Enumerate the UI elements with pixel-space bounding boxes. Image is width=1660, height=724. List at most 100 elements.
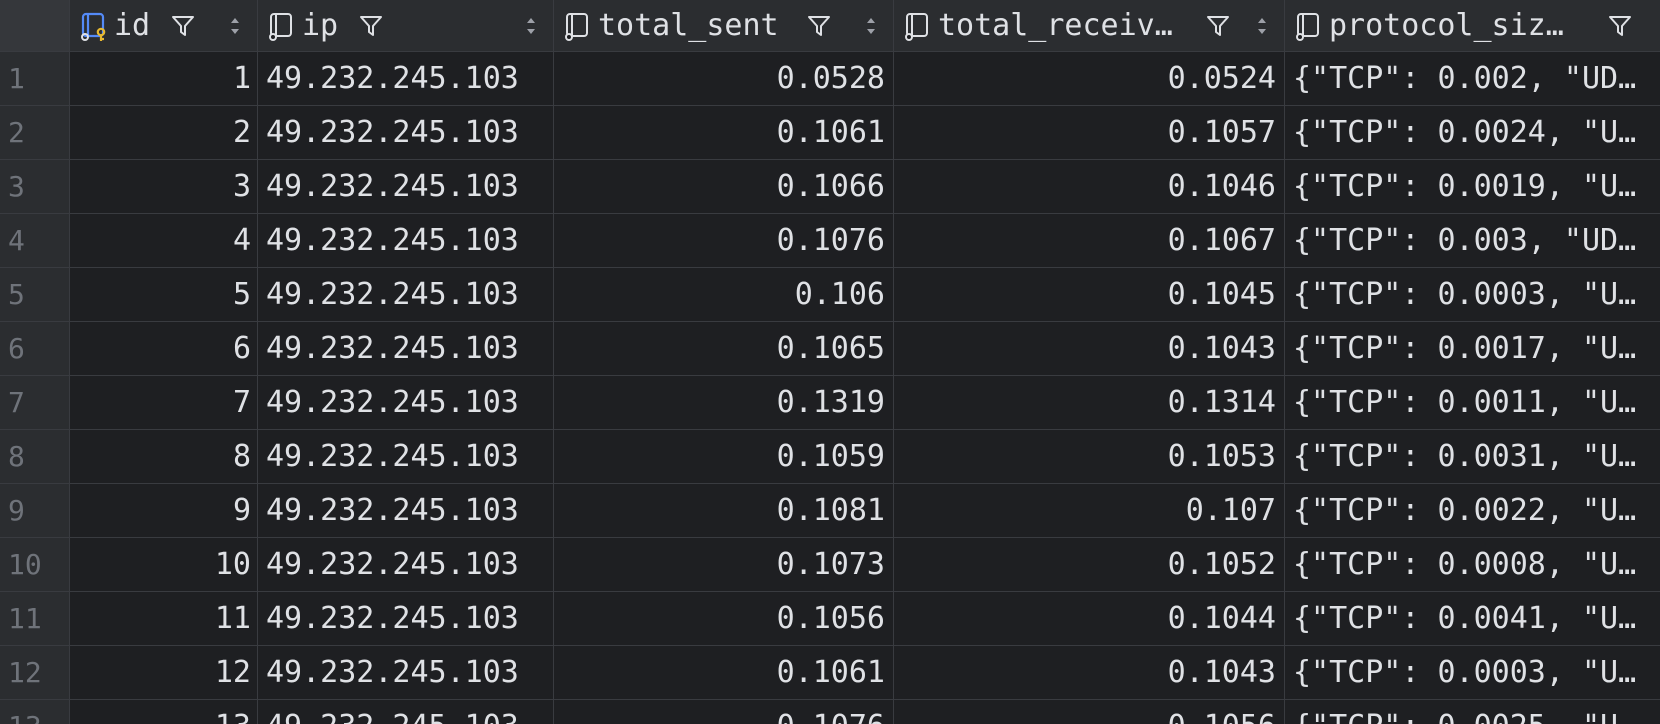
cell-total-received[interactable]: 0.1043 — [894, 322, 1285, 375]
column-header-total-sent[interactable]: total_sent — [554, 0, 894, 51]
cell-id[interactable]: 2 — [70, 106, 258, 159]
row-number[interactable]: 4 — [0, 214, 70, 267]
cell-total-sent[interactable]: 0.1059 — [554, 430, 894, 483]
cell-total-received[interactable]: 0.1056 — [894, 700, 1285, 724]
sort-icon[interactable] — [227, 12, 243, 40]
cell-id[interactable]: 7 — [70, 376, 258, 429]
cell-total-received[interactable]: 0.1043 — [894, 646, 1285, 699]
cell-id[interactable]: 9 — [70, 484, 258, 537]
table-row[interactable]: 1 1 49.232.245.103 0.0528 0.0524 {"TCP": 0.00… — [0, 52, 1660, 106]
filter-icon[interactable] — [169, 12, 197, 40]
cell-ip[interactable]: 49.232.245.103 — [258, 484, 554, 537]
table-row[interactable]: 6 6 49.232.245.103 0.1065 0.1043 {"TCP": 0.00… — [0, 322, 1660, 376]
cell-total-sent[interactable]: 0.1076 — [554, 214, 894, 267]
cell-id[interactable]: 13 — [70, 700, 258, 724]
row-number[interactable]: 13 — [0, 700, 70, 724]
column-header-id[interactable]: id — [70, 0, 258, 51]
cell-total-sent[interactable]: 0.1056 — [554, 592, 894, 645]
row-number[interactable]: 9 — [0, 484, 70, 537]
table-row[interactable]: 9 9 49.232.245.103 0.1081 0.107 {"TCP": 0.002… — [0, 484, 1660, 538]
cell-total-received[interactable]: 0.1044 — [894, 592, 1285, 645]
column-header-ip[interactable]: ip — [258, 0, 554, 51]
cell-total-received[interactable]: 0.1045 — [894, 268, 1285, 321]
table-row[interactable]: 10 10 49.232.245.103 0.1073 0.1052 {"TCP": 0.… — [0, 538, 1660, 592]
table-row[interactable]: 12 12 49.232.245.103 0.1061 0.1043 {"TCP": 0.… — [0, 646, 1660, 700]
cell-ip[interactable]: 49.232.245.103 — [258, 160, 554, 213]
filter-icon[interactable] — [357, 12, 385, 40]
cell-total-sent[interactable]: 0.1065 — [554, 322, 894, 375]
table-row[interactable]: 4 4 49.232.245.103 0.1076 0.1067 {"TCP": 0.00… — [0, 214, 1660, 268]
cell-protocol-size[interactable]: {"TCP": 0.0011, "U… — [1285, 376, 1660, 429]
cell-ip[interactable]: 49.232.245.103 — [258, 592, 554, 645]
table-row[interactable]: 8 8 49.232.245.103 0.1059 0.1053 {"TCP": 0.00… — [0, 430, 1660, 484]
cell-total-sent[interactable]: 0.1066 — [554, 160, 894, 213]
cell-id[interactable]: 3 — [70, 160, 258, 213]
cell-total-received[interactable]: 0.107 — [894, 484, 1285, 537]
filter-icon[interactable] — [1606, 12, 1634, 40]
cell-total-received[interactable]: 0.0524 — [894, 52, 1285, 105]
cell-total-sent[interactable]: 0.1076 — [554, 700, 894, 724]
cell-id[interactable]: 12 — [70, 646, 258, 699]
row-number[interactable]: 6 — [0, 322, 70, 375]
cell-id[interactable]: 8 — [70, 430, 258, 483]
row-number[interactable]: 10 — [0, 538, 70, 591]
cell-ip[interactable]: 49.232.245.103 — [258, 538, 554, 591]
filter-icon[interactable] — [805, 12, 833, 40]
cell-ip[interactable]: 49.232.245.103 — [258, 430, 554, 483]
cell-total-received[interactable]: 0.1314 — [894, 376, 1285, 429]
cell-total-received[interactable]: 0.1052 — [894, 538, 1285, 591]
table-row[interactable]: 5 5 49.232.245.103 0.106 0.1045 {"TCP": 0.000… — [0, 268, 1660, 322]
cell-ip[interactable]: 49.232.245.103 — [258, 268, 554, 321]
cell-total-sent[interactable]: 0.0528 — [554, 52, 894, 105]
table-row[interactable]: 2 2 49.232.245.103 0.1061 0.1057 {"TCP": 0.00… — [0, 106, 1660, 160]
cell-total-received[interactable]: 0.1057 — [894, 106, 1285, 159]
cell-protocol-size[interactable]: {"TCP": 0.0019, "U… — [1285, 160, 1660, 213]
column-header-total-received[interactable]: total_receiv… — [894, 0, 1285, 51]
row-number[interactable]: 3 — [0, 160, 70, 213]
row-number[interactable]: 7 — [0, 376, 70, 429]
cell-protocol-size[interactable]: {"TCP": 0.0041, "U… — [1285, 592, 1660, 645]
sort-icon[interactable] — [863, 12, 879, 40]
cell-ip[interactable]: 49.232.245.103 — [258, 646, 554, 699]
cell-id[interactable]: 1 — [70, 52, 258, 105]
cell-id[interactable]: 5 — [70, 268, 258, 321]
row-number-header[interactable] — [0, 0, 70, 51]
row-number[interactable]: 12 — [0, 646, 70, 699]
cell-protocol-size[interactable]: {"TCP": 0.0025, "U… — [1285, 700, 1660, 724]
sort-icon[interactable] — [1254, 12, 1270, 40]
table-row[interactable]: 13 13 49.232.245.103 0.1076 0.1056 {"TCP": 0.… — [0, 700, 1660, 724]
cell-total-sent[interactable]: 0.106 — [554, 268, 894, 321]
cell-ip[interactable]: 49.232.245.103 — [258, 214, 554, 267]
cell-protocol-size[interactable]: {"TCP": 0.0008, "U… — [1285, 538, 1660, 591]
cell-protocol-size[interactable]: {"TCP": 0.0022, "U… — [1285, 484, 1660, 537]
filter-icon[interactable] — [1204, 12, 1232, 40]
cell-ip[interactable]: 49.232.245.103 — [258, 700, 554, 724]
row-number[interactable]: 1 — [0, 52, 70, 105]
cell-ip[interactable]: 49.232.245.103 — [258, 322, 554, 375]
table-row[interactable]: 11 11 49.232.245.103 0.1056 0.1044 {"TCP": 0.… — [0, 592, 1660, 646]
cell-total-received[interactable]: 0.1046 — [894, 160, 1285, 213]
cell-protocol-size[interactable]: {"TCP": 0.0031, "U… — [1285, 430, 1660, 483]
row-number[interactable]: 5 — [0, 268, 70, 321]
cell-protocol-size[interactable]: {"TCP": 0.0003, "U… — [1285, 646, 1660, 699]
cell-protocol-size[interactable]: {"TCP": 0.003, "UD… — [1285, 214, 1660, 267]
column-header-protocol-size[interactable]: protocol_siz… — [1285, 0, 1660, 51]
cell-total-sent[interactable]: 0.1061 — [554, 646, 894, 699]
row-number[interactable]: 8 — [0, 430, 70, 483]
table-row[interactable]: 3 3 49.232.245.103 0.1066 0.1046 {"TCP": 0.00… — [0, 160, 1660, 214]
cell-id[interactable]: 4 — [70, 214, 258, 267]
row-number[interactable]: 11 — [0, 592, 70, 645]
cell-ip[interactable]: 49.232.245.103 — [258, 52, 554, 105]
cell-total-sent[interactable]: 0.1081 — [554, 484, 894, 537]
cell-protocol-size[interactable]: {"TCP": 0.002, "UD… — [1285, 52, 1660, 105]
cell-total-sent[interactable]: 0.1073 — [554, 538, 894, 591]
cell-total-received[interactable]: 0.1053 — [894, 430, 1285, 483]
cell-total-sent[interactable]: 0.1319 — [554, 376, 894, 429]
cell-id[interactable]: 11 — [70, 592, 258, 645]
cell-id[interactable]: 6 — [70, 322, 258, 375]
row-number[interactable]: 2 — [0, 106, 70, 159]
cell-protocol-size[interactable]: {"TCP": 0.0003, "U… — [1285, 268, 1660, 321]
cell-ip[interactable]: 49.232.245.103 — [258, 376, 554, 429]
cell-ip[interactable]: 49.232.245.103 — [258, 106, 554, 159]
cell-total-received[interactable]: 0.1067 — [894, 214, 1285, 267]
